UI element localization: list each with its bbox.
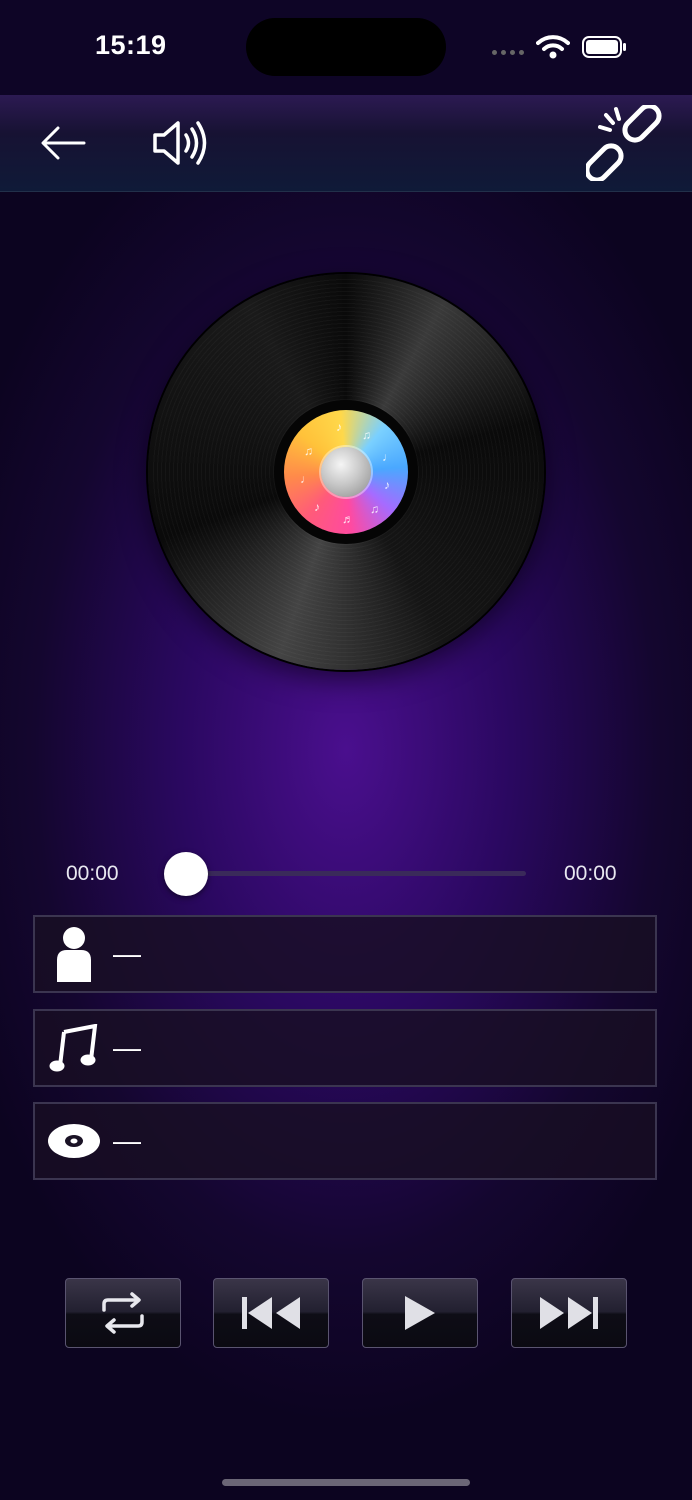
artist-value: — [113, 938, 141, 969]
home-indicator [222, 1479, 470, 1486]
title-row: — [33, 1009, 657, 1087]
play-button[interactable] [362, 1278, 478, 1348]
total-time: 00:00 [564, 862, 617, 885]
back-button[interactable] [30, 95, 96, 191]
repeat-button[interactable] [65, 1278, 181, 1348]
current-time: 00:00 [66, 862, 119, 885]
status-bar: 15:19 [0, 0, 692, 95]
record-label: ♪ ♫ ♩ ♪ ♫ ♬ ♪ ♩ ♫ [284, 410, 408, 534]
nav-bar [0, 95, 692, 192]
disc-icon [35, 1123, 113, 1159]
dynamic-island [246, 18, 446, 76]
repeat-icon [102, 1292, 144, 1334]
progress-track[interactable] [186, 871, 526, 876]
next-button[interactable] [511, 1278, 627, 1348]
disconnect-button[interactable] [584, 95, 664, 191]
volume-button[interactable] [146, 95, 212, 191]
record-label-ring: ♪ ♫ ♩ ♪ ♫ ♬ ♪ ♩ ♫ [274, 400, 418, 544]
artist-row: — [33, 915, 657, 993]
progress-thumb[interactable] [164, 852, 208, 896]
status-time: 15:19 [95, 30, 167, 60]
music-note-icon [35, 1024, 113, 1072]
previous-icon [242, 1297, 300, 1329]
play-icon [405, 1296, 435, 1330]
arrow-left-icon [41, 126, 86, 160]
album-value: — [113, 1125, 141, 1156]
person-icon [35, 926, 113, 982]
broken-link-icon [586, 105, 662, 181]
signal-icon [492, 50, 524, 55]
previous-button[interactable] [213, 1278, 329, 1348]
title-value: — [113, 1032, 141, 1063]
battery-icon [582, 36, 626, 58]
record-spindle [321, 447, 371, 497]
speaker-icon [153, 121, 207, 165]
vinyl-record: ♪ ♫ ♩ ♪ ♫ ♬ ♪ ♩ ♫ [148, 274, 544, 670]
album-row: — [33, 1102, 657, 1180]
wifi-icon [536, 35, 570, 59]
next-icon [540, 1297, 598, 1329]
